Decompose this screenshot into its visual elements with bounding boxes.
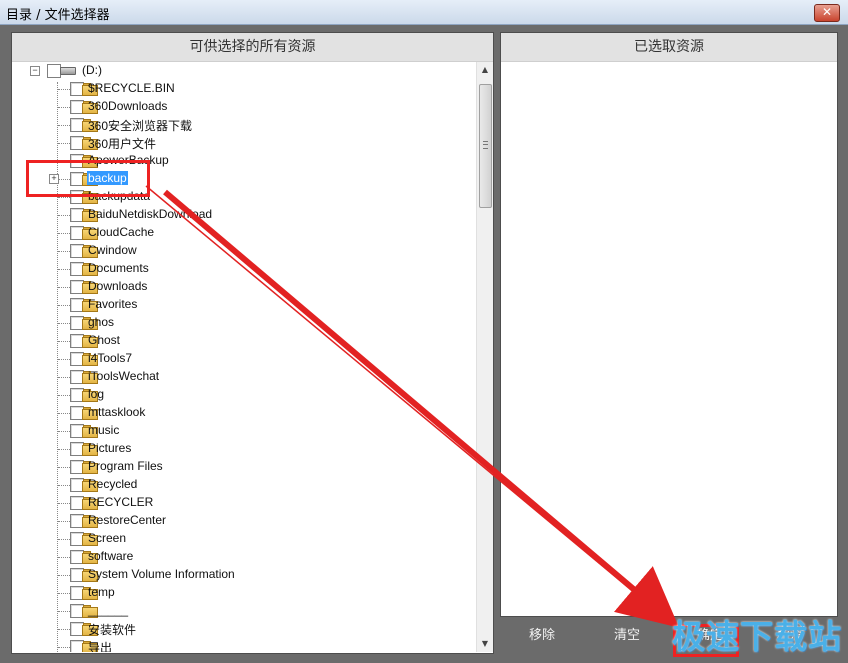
annotation-arrow [145,185,680,628]
arrow-thick-line [163,189,680,628]
watermark-logo: 极速下载站 [672,617,842,656]
